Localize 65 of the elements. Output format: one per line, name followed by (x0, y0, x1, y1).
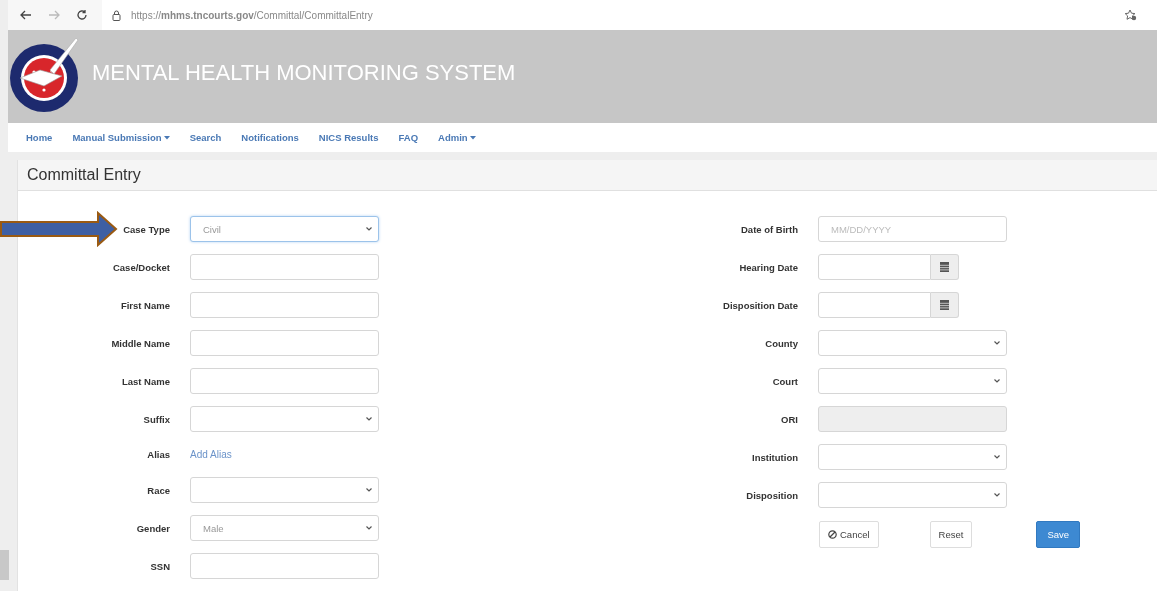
caret-icon (163, 136, 170, 141)
text-field[interactable] (190, 292, 379, 318)
nav-link[interactable]: NICS Results (318, 132, 379, 143)
nav-link[interactable]: Search (189, 132, 222, 143)
nav-link[interactable]: FAQ (398, 132, 419, 143)
date-field[interactable] (818, 292, 959, 318)
chevron-down-icon (994, 341, 1000, 345)
reset-button[interactable]: Reset (929, 520, 973, 548)
field-label: First Name (119, 299, 170, 311)
select-field[interactable]: Civil (190, 216, 379, 242)
select-field[interactable] (190, 477, 379, 503)
text-field[interactable] (190, 330, 379, 356)
cancel-icon (828, 529, 837, 539)
field-label: Date of Birth (740, 223, 798, 235)
chevron-down-icon (366, 488, 372, 492)
calendar-icon[interactable] (940, 300, 949, 310)
field-label: Middle Name (110, 337, 170, 349)
back-icon[interactable] (20, 10, 32, 20)
field-label: Disposition (745, 489, 798, 501)
chevron-down-icon (994, 379, 1000, 383)
favorite-star-icon[interactable] (1124, 9, 1137, 21)
field-label: Alias (146, 449, 170, 460)
field-label: Institution (751, 451, 798, 463)
calendar-icon[interactable] (940, 262, 949, 272)
field-label: Case/Docket (111, 261, 170, 273)
date-field[interactable] (818, 254, 959, 280)
nav-link[interactable]: Admin (438, 132, 476, 143)
caret-icon (469, 136, 476, 141)
field-label: Hearing Date (738, 261, 798, 273)
url-text[interactable]: https://mhms.tncourts.gov/Committal/CommittalEntry (131, 9, 373, 21)
add-alias-link[interactable]: Add Alias (190, 449, 232, 460)
system-title: MENTAL HEALTH MONITORING SYSTEM (92, 59, 516, 86)
nav-link[interactable]: Manual Submission (72, 132, 170, 143)
select-field[interactable] (818, 482, 1007, 508)
field-label: SSN (149, 560, 170, 572)
select-field[interactable] (818, 368, 1007, 394)
field-label: Race (146, 484, 170, 496)
text-field[interactable] (190, 368, 379, 394)
field-label: Court (771, 375, 798, 387)
field-label: Gender (135, 522, 170, 534)
select-field[interactable] (818, 330, 1007, 356)
chevron-down-icon (994, 493, 1000, 497)
chevron-down-icon (366, 417, 372, 421)
select-field[interactable] (190, 406, 379, 432)
field-label: ORI (780, 413, 798, 425)
field-label: Last Name (120, 375, 170, 387)
lock-icon (112, 9, 121, 21)
field-label: County (764, 337, 798, 349)
nav-link[interactable]: Notifications (241, 132, 299, 143)
chevron-down-icon (994, 455, 1000, 459)
field-label: Disposition Date (722, 299, 798, 311)
chevron-down-icon (366, 227, 372, 231)
cancel-button[interactable]: Cancel (819, 520, 879, 548)
save-button[interactable]: Save (1036, 520, 1081, 548)
text-field[interactable] (190, 254, 379, 280)
nav-link[interactable]: Home (26, 132, 53, 143)
text-field[interactable] (190, 553, 379, 579)
forward-icon[interactable] (48, 10, 60, 20)
select-field[interactable]: Male (190, 515, 379, 541)
panel-title: Committal Entry (27, 166, 141, 184)
select-field[interactable] (818, 444, 1007, 470)
chevron-down-icon (366, 526, 372, 530)
refresh-icon[interactable] (76, 9, 88, 21)
field-label: Case Type (122, 223, 170, 235)
field-label: Suffix (142, 413, 170, 425)
